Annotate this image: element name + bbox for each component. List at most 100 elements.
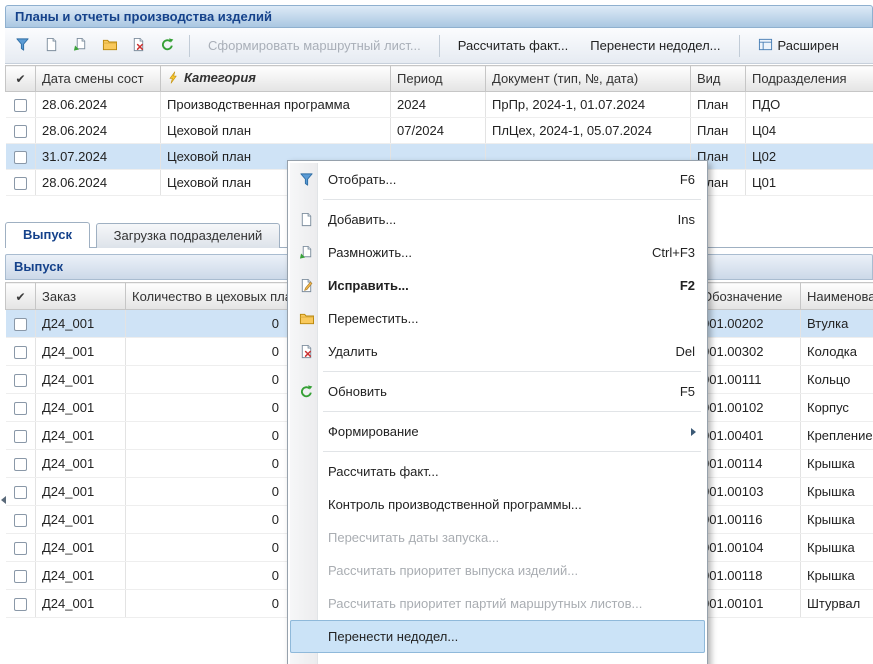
row-checkbox[interactable]: [14, 125, 27, 138]
cell-category[interactable]: Цеховой план: [161, 118, 391, 144]
cell-designation[interactable]: 001.00111: [696, 366, 801, 394]
cell-order[interactable]: Д24_001: [36, 366, 126, 394]
menu-item-partial[interactable]: [290, 653, 705, 664]
row-check-cell[interactable]: [6, 338, 36, 366]
cell-designation[interactable]: 001.00401: [696, 422, 801, 450]
cell-designation[interactable]: 001.00104: [696, 534, 801, 562]
cell-quantity[interactable]: 0: [126, 590, 296, 618]
cell-name[interactable]: Крышка: [801, 534, 873, 562]
menu-item-program-control[interactable]: Контроль производственной программы...: [290, 488, 705, 521]
column-header-check[interactable]: ✔: [6, 283, 36, 310]
row-checkbox[interactable]: [14, 374, 27, 387]
row-check-cell[interactable]: [6, 144, 36, 170]
duplicate-button[interactable]: [67, 33, 94, 59]
menu-item-add[interactable]: Добавить... Ins: [290, 203, 705, 236]
cell-name[interactable]: Втулка: [801, 310, 873, 338]
cell-designation[interactable]: 001.00114: [696, 450, 801, 478]
row-check-cell[interactable]: [6, 422, 36, 450]
cell-name[interactable]: Корпус: [801, 394, 873, 422]
cell-designation[interactable]: 001.00116: [696, 506, 801, 534]
row-checkbox[interactable]: [14, 598, 27, 611]
cell-name[interactable]: Крышка: [801, 506, 873, 534]
row-checkbox[interactable]: [14, 430, 27, 443]
advanced-filter-button[interactable]: Расширен: [748, 33, 849, 59]
row-checkbox[interactable]: [14, 151, 27, 164]
cell-order[interactable]: Д24_001: [36, 422, 126, 450]
cell-order[interactable]: Д24_001: [36, 506, 126, 534]
cell-designation[interactable]: 001.00118: [696, 562, 801, 590]
column-header-order[interactable]: Заказ: [36, 283, 126, 310]
tab-output[interactable]: Выпуск: [5, 222, 90, 248]
row-checkbox[interactable]: [14, 514, 27, 527]
cell-quantity[interactable]: 0: [126, 310, 296, 338]
row-check-cell[interactable]: [6, 562, 36, 590]
cell-quantity[interactable]: 0: [126, 450, 296, 478]
row-checkbox[interactable]: [14, 177, 27, 190]
row-checkbox[interactable]: [14, 458, 27, 471]
cell-date[interactable]: 31.07.2024: [36, 144, 161, 170]
menu-item-duplicate[interactable]: Размножить... Ctrl+F3: [290, 236, 705, 269]
cell-name[interactable]: Крышка: [801, 450, 873, 478]
cell-date[interactable]: 28.06.2024: [36, 92, 161, 118]
cell-date[interactable]: 28.06.2024: [36, 118, 161, 144]
column-header-name[interactable]: Наименование: [801, 283, 873, 310]
column-header-period[interactable]: Период: [391, 66, 486, 92]
cell-date[interactable]: 28.06.2024: [36, 170, 161, 196]
cell-order[interactable]: Д24_001: [36, 478, 126, 506]
cell-document[interactable]: ПлЦех, 2024-1, 05.07.2024: [486, 118, 691, 144]
move-button[interactable]: [96, 33, 123, 59]
cell-designation[interactable]: 001.00202: [696, 310, 801, 338]
cell-order[interactable]: Д24_001: [36, 450, 126, 478]
cell-departments[interactable]: ПДО: [746, 92, 873, 118]
cell-quantity[interactable]: 0: [126, 394, 296, 422]
cell-kind[interactable]: План: [691, 118, 746, 144]
cell-kind[interactable]: План: [691, 92, 746, 118]
row-checkbox[interactable]: [14, 570, 27, 583]
cell-quantity[interactable]: 0: [126, 506, 296, 534]
form-route-sheet-button[interactable]: Сформировать маршрутный лист...: [198, 33, 431, 59]
cell-quantity[interactable]: 0: [126, 338, 296, 366]
row-checkbox[interactable]: [14, 318, 27, 331]
cell-order[interactable]: Д24_001: [36, 338, 126, 366]
plans-row[interactable]: 28.06.2024 Производственная программа 20…: [6, 92, 873, 118]
cell-order[interactable]: Д24_001: [36, 534, 126, 562]
cell-order[interactable]: Д24_001: [36, 394, 126, 422]
cell-order[interactable]: Д24_001: [36, 310, 126, 338]
cell-departments[interactable]: Ц02: [746, 144, 873, 170]
column-header-quantity[interactable]: Количество в цеховых планах: [126, 283, 296, 310]
column-header-category[interactable]: Категория: [161, 66, 391, 92]
cell-departments[interactable]: Ц01: [746, 170, 873, 196]
cell-name[interactable]: Штурвал: [801, 590, 873, 618]
cell-name[interactable]: Кольцо: [801, 366, 873, 394]
menu-item-recalc-launch-dates[interactable]: Пересчитать даты запуска...: [290, 521, 705, 554]
filter-button[interactable]: [9, 33, 36, 59]
menu-item-delete[interactable]: Удалить Del: [290, 335, 705, 368]
cell-departments[interactable]: Ц04: [746, 118, 873, 144]
row-check-cell[interactable]: [6, 92, 36, 118]
delete-button[interactable]: [125, 33, 152, 59]
row-checkbox[interactable]: [14, 542, 27, 555]
row-checkbox[interactable]: [14, 402, 27, 415]
cell-name[interactable]: Крышка: [801, 478, 873, 506]
column-header-check[interactable]: ✔: [6, 66, 36, 92]
menu-item-filter[interactable]: Отобрать... F6: [290, 163, 705, 196]
plans-row[interactable]: 28.06.2024 Цеховой план 07/2024 ПлЦех, 2…: [6, 118, 873, 144]
cell-period[interactable]: 2024: [391, 92, 486, 118]
column-header-designation[interactable]: Обозначение: [696, 283, 801, 310]
cell-quantity[interactable]: 0: [126, 422, 296, 450]
cell-period[interactable]: 07/2024: [391, 118, 486, 144]
column-header-document[interactable]: Документ (тип, №, дата): [486, 66, 691, 92]
tab-load-departments[interactable]: Загрузка подразделений: [96, 223, 281, 248]
cell-name[interactable]: Крышка: [801, 562, 873, 590]
cell-designation[interactable]: 001.00302: [696, 338, 801, 366]
menu-item-calc-batch-priority[interactable]: Рассчитать приоритет партий маршрутных л…: [290, 587, 705, 620]
cell-designation[interactable]: 001.00101: [696, 590, 801, 618]
cell-order[interactable]: Д24_001: [36, 562, 126, 590]
refresh-button[interactable]: [154, 33, 181, 59]
row-check-cell[interactable]: [6, 170, 36, 196]
row-checkbox[interactable]: [14, 486, 27, 499]
cell-name[interactable]: Крепление: [801, 422, 873, 450]
cell-category[interactable]: Производственная программа: [161, 92, 391, 118]
menu-item-edit[interactable]: Исправить... F2: [290, 269, 705, 302]
menu-item-move[interactable]: Переместить...: [290, 302, 705, 335]
